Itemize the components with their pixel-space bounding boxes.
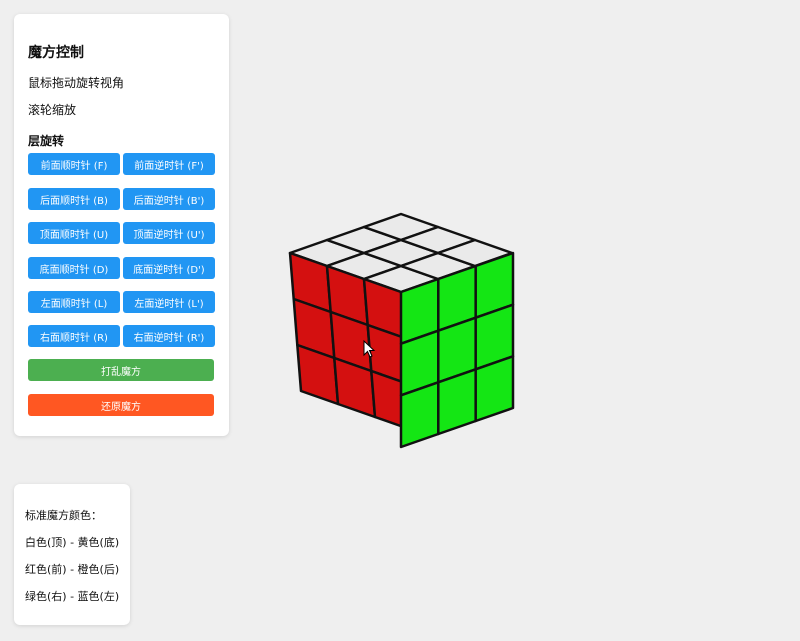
rubiks-cube-canvas[interactable]: [0, 0, 800, 641]
rubiks-cube[interactable]: [288, 212, 515, 449]
